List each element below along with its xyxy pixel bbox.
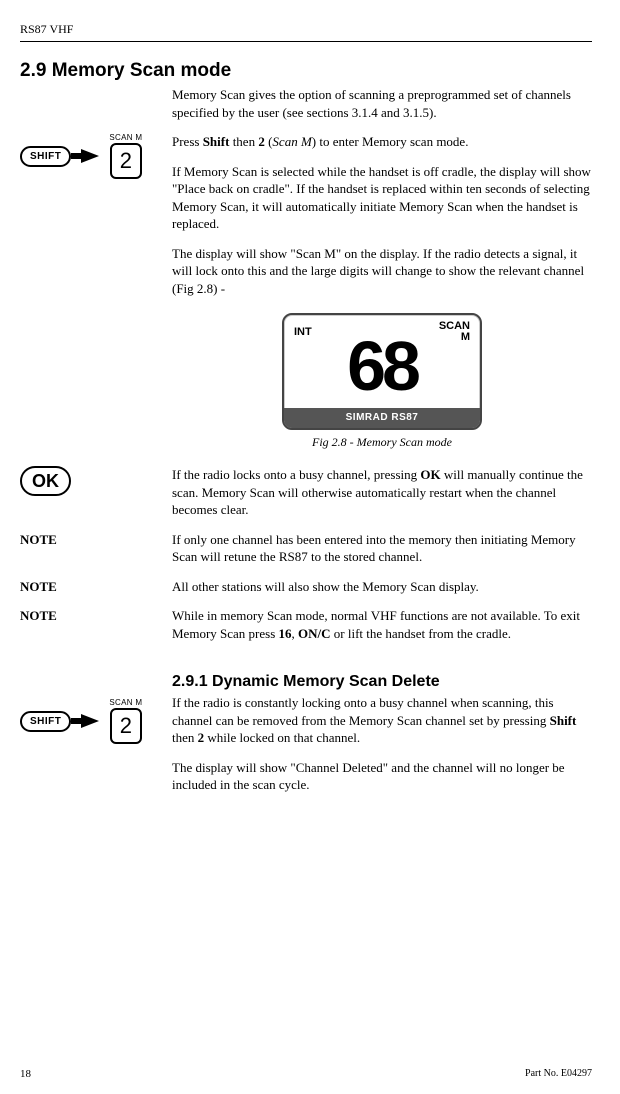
note-label-3: NOTE <box>20 607 172 624</box>
key-2-icon-b: SCAN M 2 <box>109 698 142 744</box>
note-label-1: NOTE <box>20 531 172 548</box>
arrow-right-icon <box>81 149 99 163</box>
ok-key-icon: OK <box>20 466 71 496</box>
note-2: All other stations will also show the Me… <box>172 578 592 596</box>
para-intro: Memory Scan gives the option of scanning… <box>172 86 592 121</box>
key-sequence-shift-2-b: SHIFT SCAN M 2 <box>20 698 172 744</box>
header-rule <box>20 41 592 42</box>
key-2-label-b: SCAN M <box>109 698 142 707</box>
lcd-brand-label: SIMRAD RS87 <box>284 408 480 428</box>
para-dynamic-delete: If the radio is constantly locking onto … <box>172 694 592 747</box>
note-label-2: NOTE <box>20 578 172 595</box>
note-1: If only one channel has been entered int… <box>172 531 592 566</box>
para-channel-deleted: The display will show "Channel Deleted" … <box>172 759 592 794</box>
key-sequence-shift-2: SHIFT SCAN M 2 <box>20 133 172 179</box>
section-heading: 2.9 Memory Scan mode <box>20 60 592 82</box>
shift-key-icon: SHIFT <box>20 146 71 167</box>
shift-key-icon-b: SHIFT <box>20 711 71 732</box>
figure-caption: Fig 2.8 - Memory Scan mode <box>312 434 452 450</box>
para-ok-continue: If the radio locks onto a busy channel, … <box>172 466 592 519</box>
note-3: While in memory Scan mode, normal VHF fu… <box>172 607 592 642</box>
arrow-right-icon-b <box>81 714 99 728</box>
para-off-cradle: If Memory Scan is selected while the han… <box>172 163 592 233</box>
page-number: 18 <box>20 1068 31 1080</box>
lcd-m-label: M <box>461 331 470 343</box>
lcd-channel-number: 68 <box>284 335 480 398</box>
running-header: RS87 VHF <box>20 22 592 37</box>
lcd-int-label: INT <box>294 325 312 340</box>
lcd-display-figure: INT SCAN M 68 SIMRAD RS87 <box>282 313 482 430</box>
para-press-shift-2: Press Shift then 2 (Scan M) to enter Mem… <box>172 133 592 151</box>
subsection-heading: 2.9.1 Dynamic Memory Scan Delete <box>172 671 592 693</box>
key-2-label: SCAN M <box>109 133 142 142</box>
para-display-scanm: The display will show "Scan M" on the di… <box>172 245 592 298</box>
part-number: Part No. E04297 <box>525 1068 592 1080</box>
key-2-digit: 2 <box>110 143 142 179</box>
key-2-digit-b: 2 <box>110 708 142 744</box>
key-2-icon: SCAN M 2 <box>109 133 142 179</box>
